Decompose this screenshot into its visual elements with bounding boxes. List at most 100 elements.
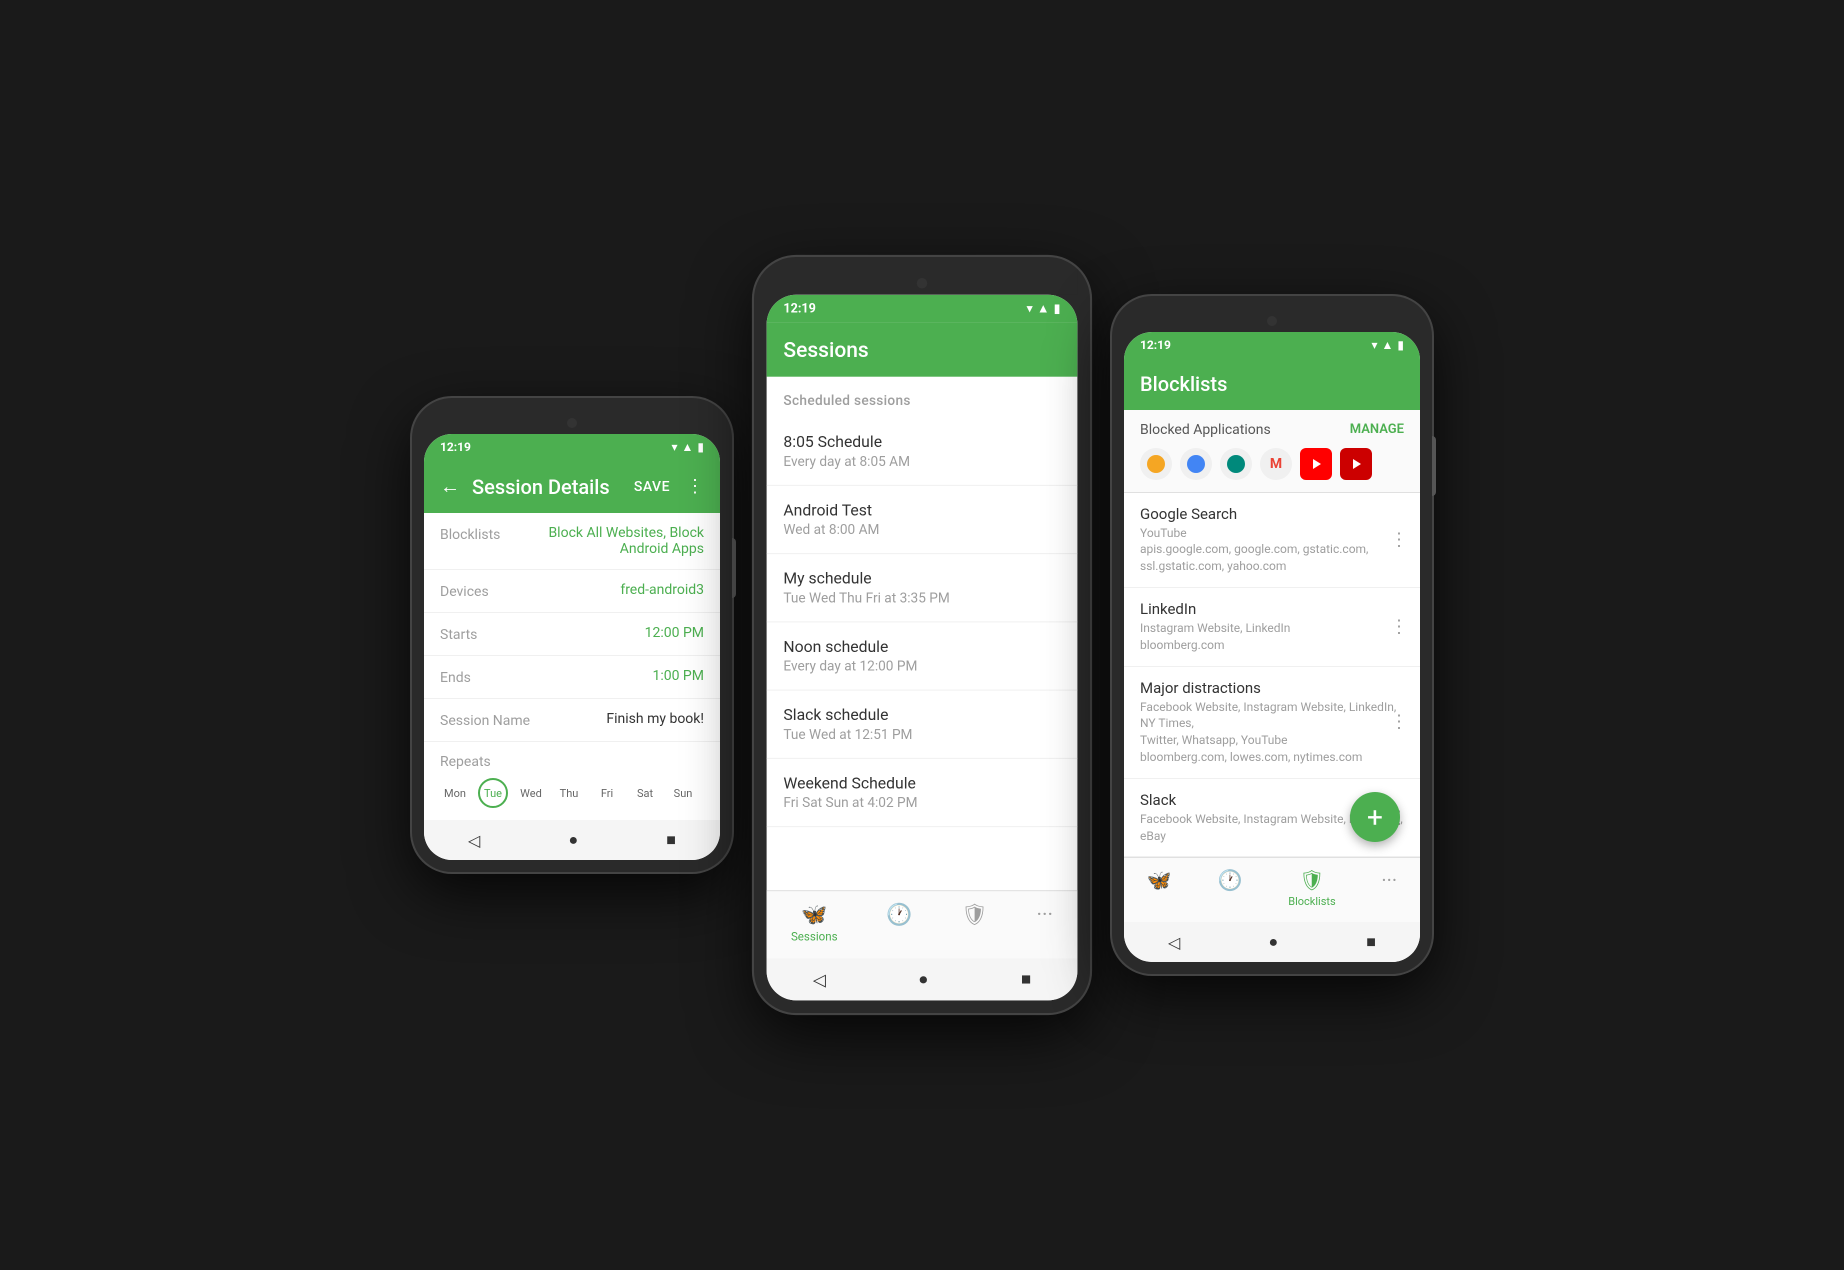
app-bar-3: Blocklists <box>1124 358 1420 410</box>
detail-row-starts[interactable]: Starts 12:00 PM <box>424 613 720 656</box>
camera-dot-2 <box>917 278 928 289</box>
home-sys-btn-3[interactable]: ● <box>1268 932 1278 952</box>
repeats-label: Repeats <box>440 754 704 770</box>
days-row: Mon Tue Wed Thu Fri Sat Sun <box>440 778 704 808</box>
session-item-1[interactable]: 8:05 Schedule Every day at 8:05 AM <box>767 418 1078 486</box>
nav-more-3[interactable]: ··· <box>1381 868 1397 908</box>
label-devices: Devices <box>440 582 489 600</box>
session-name-5: Slack schedule <box>783 705 1060 724</box>
phone-3: 12:19 ▾ ▲ ▮ Blocklists Blocked Applicati… <box>1112 296 1432 975</box>
camera-dot <box>567 418 577 428</box>
phone-1-screen: 12:19 ▾ ▲ ▮ ← Session Details SAVE ⋮ <box>424 434 720 860</box>
app-icons-row: M <box>1140 448 1404 480</box>
detail-row-blocklists[interactable]: Blocklists Block All Websites, Block And… <box>424 513 720 570</box>
status-icons-3: ▾ ▲ ▮ <box>1371 338 1404 352</box>
session-item-4[interactable]: Noon schedule Every day at 12:00 PM <box>767 622 1078 690</box>
nav-clock[interactable]: 🕐 <box>886 902 912 944</box>
day-thu[interactable]: Thu <box>554 778 584 808</box>
blocked-apps-title: Blocked Applications <box>1140 422 1271 438</box>
blocklist-name-1: Google Search <box>1140 505 1404 523</box>
camera-dot-3 <box>1267 316 1277 326</box>
back-sys-btn[interactable]: ◁ <box>468 831 480 850</box>
recents-sys-btn-2[interactable]: ■ <box>1021 969 1031 990</box>
nav-clock-3[interactable]: 🕐 <box>1218 868 1243 908</box>
page-title-1: Session Details <box>472 475 610 499</box>
phones-container: 12:19 ▾ ▲ ▮ ← Session Details SAVE ⋮ <box>412 275 1432 995</box>
clock-icon: 🕐 <box>886 902 912 927</box>
app-icon-yt1 <box>1300 448 1332 480</box>
battery-icon-3: ▮ <box>1397 338 1404 352</box>
recents-sys-btn[interactable]: ■ <box>666 830 676 850</box>
app-bar-1: ← Session Details SAVE ⋮ <box>424 460 720 513</box>
detail-row-devices[interactable]: Devices fred-android3 <box>424 570 720 613</box>
session-item-5[interactable]: Slack schedule Tue Wed at 12:51 PM <box>767 691 1078 759</box>
sessions-icon-3: 🦋 <box>1147 868 1172 892</box>
blocklist-item-2[interactable]: LinkedIn Instagram Website, LinkedInbloo… <box>1124 588 1420 667</box>
bottom-nav-2: 🦋 Sessions 🕐 🛡 ··· <box>767 890 1078 958</box>
blocklists-label: Blocklists <box>1288 895 1335 908</box>
session-item-3[interactable]: My schedule Tue Wed Thu Fri at 3:35 PM <box>767 554 1078 622</box>
label-blocklists: Blocklists <box>440 525 500 543</box>
nav-blocklists-3[interactable]: 🛡 Blocklists <box>1288 868 1335 908</box>
blocklist-more-3[interactable]: ⋮ <box>1390 712 1408 733</box>
wifi-icon: ▾ <box>671 440 677 454</box>
day-fri[interactable]: Fri <box>592 778 622 808</box>
sessions-label: Sessions <box>791 930 838 944</box>
detail-row-ends[interactable]: Ends 1:00 PM <box>424 656 720 699</box>
section-header-scheduled: Scheduled sessions <box>767 377 1078 418</box>
label-session-name: Session Name <box>440 711 530 729</box>
day-mon[interactable]: Mon <box>440 778 470 808</box>
home-sys-btn-2[interactable]: ● <box>918 969 928 990</box>
nav-blocklist[interactable]: 🛡 <box>961 902 988 944</box>
phone-2: 12:19 ▾ ▲ ▮ Sessions Scheduled sessions … <box>754 257 1090 1013</box>
detail-row-name[interactable]: Session Name Finish my book! <box>424 699 720 742</box>
label-starts: Starts <box>440 625 477 643</box>
blocklist-more-2[interactable]: ⋮ <box>1390 616 1408 637</box>
back-sys-btn-2[interactable]: ◁ <box>813 969 826 989</box>
session-time-1: Every day at 8:05 AM <box>783 454 1060 470</box>
blocklist-more-1[interactable]: ⋮ <box>1390 529 1408 550</box>
blocklist-item-1[interactable]: Google Search YouTubeapis.google.com, go… <box>1124 493 1420 588</box>
wifi-icon-2: ▾ <box>1026 301 1032 316</box>
system-nav-2: ◁ ● ■ <box>767 958 1078 1000</box>
back-sys-btn-3[interactable]: ◁ <box>1168 933 1180 952</box>
session-time-6: Fri Sat Sun at 4:02 PM <box>783 796 1060 812</box>
status-icons-2: ▾ ▲ ▮ <box>1026 301 1060 316</box>
session-item-2[interactable]: Android Test Wed at 8:00 AM <box>767 486 1078 554</box>
session-name-1: 8:05 Schedule <box>783 432 1060 451</box>
home-sys-btn[interactable]: ● <box>568 830 578 850</box>
recents-sys-btn-3[interactable]: ■ <box>1366 932 1376 952</box>
blocked-apps-section: Blocked Applications MANAGE M <box>1124 410 1420 493</box>
day-wed[interactable]: Wed <box>516 778 546 808</box>
value-starts: 12:00 PM <box>487 625 704 641</box>
phone-1: 12:19 ▾ ▲ ▮ ← Session Details SAVE ⋮ <box>412 398 732 872</box>
more-icon[interactable]: ⋮ <box>686 476 704 497</box>
value-devices: fred-android3 <box>499 582 704 598</box>
page-title-2: Sessions <box>783 337 868 362</box>
manage-button[interactable]: MANAGE <box>1350 422 1404 437</box>
session-name-3: My schedule <box>783 569 1060 588</box>
app-icon-gmail: M <box>1260 448 1292 480</box>
shield-icon-3: 🛡 <box>1299 868 1324 892</box>
signal-icon: ▲ <box>682 440 694 454</box>
blocklist-sub-2: Instagram Website, LinkedInbloomberg.com <box>1140 620 1404 654</box>
repeats-section: Repeats Mon Tue Wed Thu Fri Sat Sun <box>424 742 720 820</box>
blocklist-item-3[interactable]: Major distractions Facebook Website, Ins… <box>1124 667 1420 779</box>
nav-sessions[interactable]: 🦋 Sessions <box>791 902 838 944</box>
app-icon-yt2 <box>1340 448 1372 480</box>
wifi-icon-3: ▾ <box>1371 338 1377 352</box>
session-name-6: Weekend Schedule <box>783 774 1060 793</box>
nav-sessions-3[interactable]: 🦋 <box>1147 868 1172 908</box>
clock-icon-3: 🕐 <box>1218 868 1243 892</box>
save-button[interactable]: SAVE <box>634 479 670 495</box>
status-icons-1: ▾ ▲ ▮ <box>671 440 704 454</box>
back-button[interactable]: ← <box>440 474 460 499</box>
day-sat[interactable]: Sat <box>630 778 660 808</box>
value-session-name: Finish my book! <box>540 711 704 727</box>
nav-more[interactable]: ··· <box>1037 902 1053 944</box>
session-item-6[interactable]: Weekend Schedule Fri Sat Sun at 4:02 PM <box>767 759 1078 827</box>
more-nav-icon: ··· <box>1037 902 1053 927</box>
blocklist-sub-1: YouTubeapis.google.com, google.com, gsta… <box>1140 525 1404 575</box>
day-tue[interactable]: Tue <box>478 778 508 808</box>
day-sun[interactable]: Sun <box>668 778 698 808</box>
